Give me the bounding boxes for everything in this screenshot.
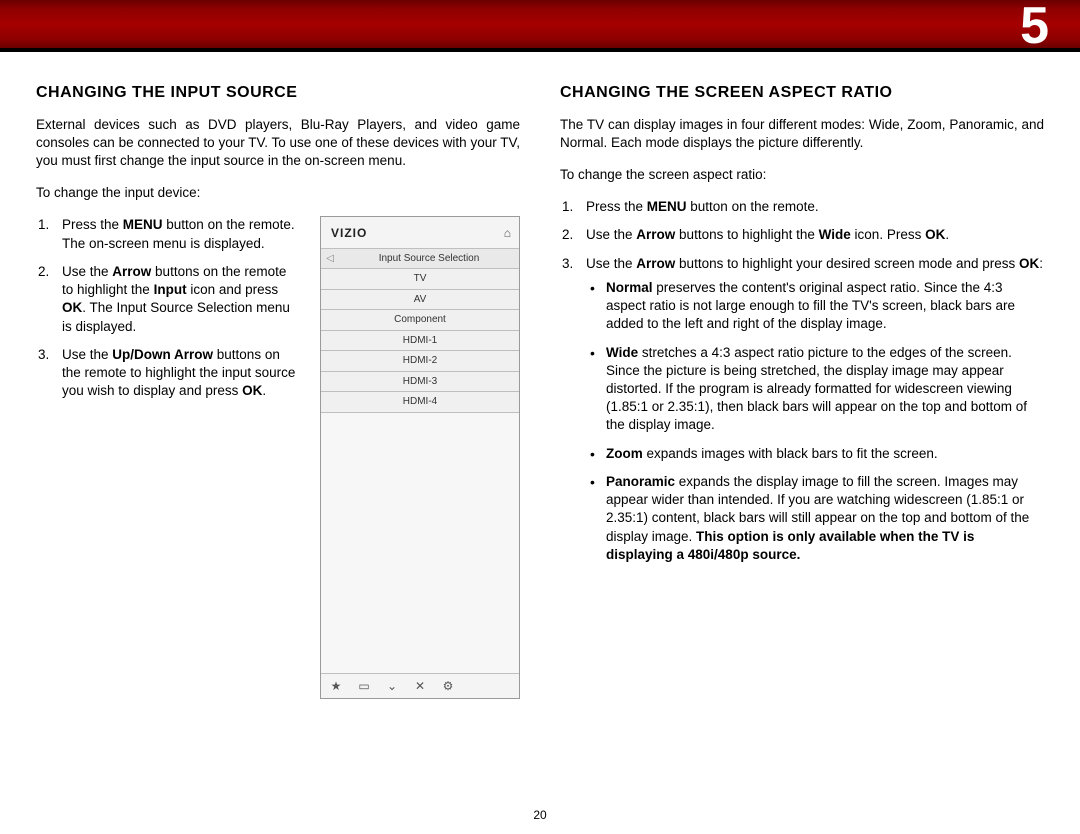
osd-footer: ★ ▭ ⌄ ✕ ⚙ <box>321 673 519 698</box>
mode-normal: Normal preserves the content's original … <box>586 279 1044 334</box>
right-step-3: Use the Arrow buttons to highlight your … <box>560 255 1044 564</box>
aspect-modes: Normal preserves the content's original … <box>586 279 1044 564</box>
gear-icon: ⚙ <box>439 678 457 694</box>
right-intro: The TV can display images in four differ… <box>560 116 1044 152</box>
header-banner: 5 <box>0 0 1080 52</box>
home-icon: ⌂ <box>504 225 511 241</box>
steps-with-figure: Press the MENU button on the remote. The… <box>36 216 520 400</box>
chapter-number: 5 <box>1020 0 1048 56</box>
osd-item: HDMI-1 <box>321 331 519 352</box>
right-heading: CHANGING THE SCREEN ASPECT RATIO <box>560 82 1044 104</box>
right-leadin: To change the screen aspect ratio: <box>560 166 1044 184</box>
osd-brand: VIZIO <box>331 225 367 241</box>
page-number: 20 <box>533 808 546 822</box>
left-step-2: Use the Arrow buttons on the remote to h… <box>36 263 296 336</box>
page-body: CHANGING THE INPUT SOURCE External devic… <box>0 52 1080 574</box>
osd-item: AV <box>321 290 519 311</box>
right-step-1: Press the MENU button on the remote. <box>560 198 1044 216</box>
right-steps: Press the MENU button on the remote. Use… <box>560 198 1044 564</box>
left-step-1: Press the MENU button on the remote. The… <box>36 216 296 252</box>
right-step-2: Use the Arrow buttons to highlight the W… <box>560 226 1044 244</box>
osd-title-row: ◁ Input Source Selection <box>321 248 519 270</box>
chevron-down-icon: ⌄ <box>383 678 401 694</box>
mode-wide: Wide stretches a 4:3 aspect ratio pictur… <box>586 344 1044 435</box>
osd-item: HDMI-3 <box>321 372 519 393</box>
osd-body <box>321 413 519 673</box>
osd-item: Component <box>321 310 519 331</box>
back-icon: ◁ <box>321 249 339 269</box>
right-column: CHANGING THE SCREEN ASPECT RATIO The TV … <box>560 82 1044 574</box>
mode-zoom: Zoom expands images with black bars to f… <box>586 445 1044 463</box>
star-icon: ★ <box>327 678 345 694</box>
osd-header: VIZIO ⌂ <box>321 217 519 247</box>
osd-title: Input Source Selection <box>339 249 519 269</box>
left-step-3: Use the Up/Down Arrow buttons on the rem… <box>36 346 296 401</box>
osd-item: TV <box>321 269 519 290</box>
left-column: CHANGING THE INPUT SOURCE External devic… <box>36 82 520 574</box>
close-icon: ✕ <box>411 678 429 694</box>
mode-panoramic: Panoramic expands the display image to f… <box>586 473 1044 564</box>
osd-menu-figure: VIZIO ⌂ ◁ Input Source Selection TV AV C… <box>320 216 520 698</box>
left-leadin: To change the input device: <box>36 184 520 202</box>
left-intro: External devices such as DVD players, Bl… <box>36 116 520 171</box>
osd-item: HDMI-2 <box>321 351 519 372</box>
left-heading: CHANGING THE INPUT SOURCE <box>36 82 520 104</box>
rect-icon: ▭ <box>355 678 373 694</box>
osd-item: HDMI-4 <box>321 392 519 413</box>
left-steps: Press the MENU button on the remote. The… <box>36 216 296 400</box>
